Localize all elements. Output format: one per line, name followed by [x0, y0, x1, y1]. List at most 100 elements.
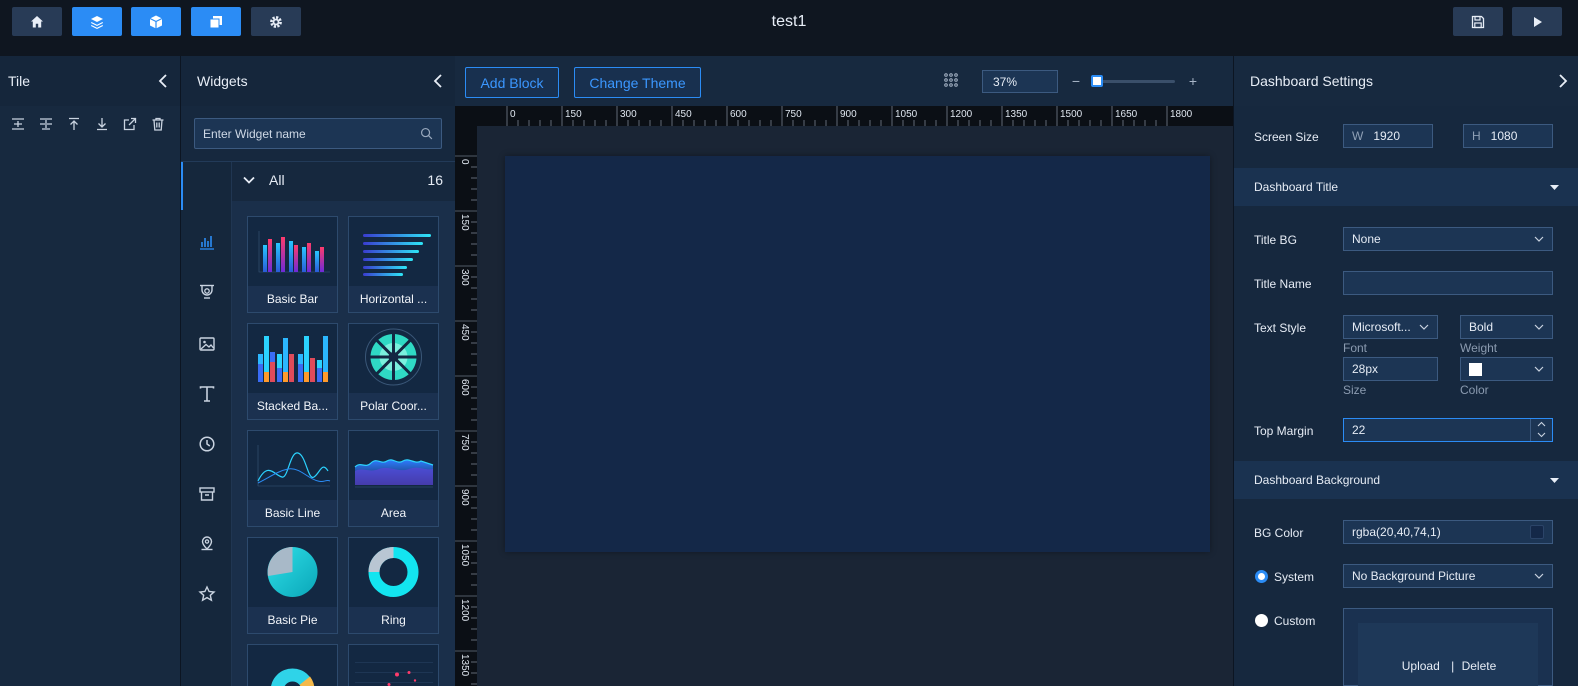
chevron-left-icon[interactable]: [158, 74, 168, 88]
screen-height-input[interactable]: H 1080: [1463, 124, 1553, 148]
color-label: Color: [1460, 383, 1489, 397]
title-bg-label: Title BG: [1254, 233, 1297, 247]
dashboard-settings-panel: Dashboard Settings Screen Size W 1920 H …: [1233, 56, 1578, 686]
grid-icon[interactable]: [944, 73, 958, 87]
align-center-icon[interactable]: [10, 116, 26, 132]
screen-width-input[interactable]: W 1920: [1343, 124, 1433, 148]
copy-icon: [209, 15, 222, 28]
zoom-out-button[interactable]: −: [1069, 71, 1083, 91]
widget-card-label: Horizontal ...: [359, 292, 428, 306]
move-bottom-icon[interactable]: [94, 116, 110, 132]
upload-actions: Upload | Delete: [1344, 659, 1554, 673]
upload-link[interactable]: Upload: [1402, 659, 1440, 673]
widget-card[interactable]: Area: [348, 430, 439, 527]
widget-thumbnail: [248, 645, 337, 686]
top-toolbar: [0, 0, 1578, 56]
location-icon[interactable]: [197, 534, 217, 554]
star-icon[interactable]: [197, 584, 217, 604]
title-name-input[interactable]: [1343, 271, 1553, 295]
delete-link[interactable]: Delete: [1462, 659, 1497, 673]
tile-tools: [0, 106, 180, 142]
map-pin-icon[interactable]: [197, 282, 217, 302]
bg-color-label: BG Color: [1254, 526, 1304, 540]
widget-card[interactable]: Basic Line: [247, 430, 338, 527]
save-button[interactable]: [1453, 7, 1503, 36]
widget-card[interactable]: Stacked Ba...: [247, 323, 338, 420]
top-margin-stepper[interactable]: [1530, 419, 1552, 441]
widget-thumbnail: [349, 645, 438, 686]
font-select[interactable]: Microsoft...: [1343, 315, 1438, 339]
box-icon[interactable]: [197, 484, 217, 504]
chevron-left-icon[interactable]: [433, 74, 443, 88]
tile-panel-header: Tile: [0, 56, 180, 106]
custom-bg-upload-area: Upload | Delete: [1343, 608, 1553, 686]
widget-card[interactable]: Basic Bar: [247, 216, 338, 313]
text-icon[interactable]: [197, 384, 217, 404]
image-icon[interactable]: [197, 334, 217, 354]
cube-button[interactable]: [131, 7, 181, 36]
widget-card[interactable]: Ring: [348, 537, 439, 634]
settings-button[interactable]: [251, 7, 301, 36]
zoom-in-button[interactable]: +: [1186, 71, 1200, 91]
search-icon[interactable]: [420, 127, 433, 140]
chevron-right-icon[interactable]: [1558, 74, 1568, 88]
zoom-input[interactable]: 37%: [982, 70, 1058, 93]
widget-card-label: Basic Bar: [266, 292, 319, 306]
system-radio[interactable]: [1255, 570, 1268, 583]
layers-icon: [91, 15, 103, 29]
widget-card[interactable]: Basic Pie: [247, 537, 338, 634]
stepper-up-icon[interactable]: [1537, 421, 1546, 427]
save-icon: [1471, 15, 1485, 28]
basic-line-thumbnail: [248, 431, 337, 500]
zoom-slider-track[interactable]: [1095, 80, 1175, 83]
chart-icon[interactable]: [197, 232, 217, 252]
widgets-panel: Widgets All 16: [181, 56, 455, 686]
custom-radio[interactable]: [1255, 614, 1268, 627]
chevron-down-icon: [1419, 324, 1429, 330]
dashboard-canvas[interactable]: [505, 156, 1210, 552]
color-select[interactable]: [1460, 357, 1553, 381]
basic-bar-thumbnail: [248, 217, 337, 286]
widget-card[interactable]: [247, 644, 338, 686]
widget-group-all[interactable]: All 16: [243, 170, 443, 190]
section-title: Dashboard Background: [1254, 473, 1381, 487]
bg-color-input[interactable]: rgba(20,40,74,1): [1343, 520, 1553, 544]
copy-button[interactable]: [191, 7, 241, 36]
clock-icon[interactable]: [197, 434, 217, 454]
stepper-down-icon[interactable]: [1537, 432, 1546, 438]
widget-search-input[interactable]: [203, 126, 420, 141]
align-middle-icon[interactable]: [38, 116, 54, 132]
vertical-ruler: 0 150 300 450 600 750 900 1050 1200 1350: [455, 106, 477, 686]
home-button[interactable]: [12, 7, 62, 36]
size-input[interactable]: 28px: [1343, 357, 1438, 381]
ruler-label: 1350: [459, 654, 470, 677]
add-block-button[interactable]: Add Block: [465, 67, 559, 98]
ruler-label: 1200: [459, 599, 470, 622]
separator: |: [1451, 659, 1455, 673]
top-margin-input[interactable]: 22: [1343, 418, 1553, 442]
export-icon[interactable]: [122, 116, 138, 132]
system-bg-select[interactable]: No Background Picture: [1343, 564, 1553, 588]
dashboard-background-section[interactable]: Dashboard Background: [1234, 461, 1578, 499]
horizontal-ruler: 0 150 300 450 600 750 900 1050 1200 1350 1500 1650 1…: [455, 106, 1233, 126]
basic-pie-thumbnail: [248, 538, 337, 607]
widgets-panel-title: Widgets: [197, 73, 248, 89]
move-top-icon[interactable]: [66, 116, 82, 132]
bg-color-swatch[interactable]: [1530, 525, 1544, 539]
zoom-slider-thumb[interactable]: [1091, 75, 1103, 87]
preview-button[interactable]: [1512, 7, 1562, 36]
widget-card[interactable]: Horizontal ...: [348, 216, 439, 313]
delete-icon[interactable]: [150, 116, 166, 132]
change-theme-button[interactable]: Change Theme: [574, 67, 701, 98]
widget-card[interactable]: Polar Coor...: [348, 323, 439, 420]
screen-size-label: Screen Size: [1254, 130, 1319, 144]
bg-color-value: rgba(20,40,74,1): [1352, 525, 1441, 539]
gear-icon: [270, 15, 282, 28]
ruler-label: 1800: [1170, 109, 1193, 120]
layers-button[interactable]: [72, 7, 122, 36]
dashboard-title-section[interactable]: Dashboard Title: [1234, 168, 1578, 206]
weight-label: Weight: [1460, 341, 1498, 355]
weight-select[interactable]: Bold: [1460, 315, 1553, 339]
widget-card[interactable]: [348, 644, 439, 686]
title-bg-select[interactable]: None: [1343, 227, 1553, 251]
